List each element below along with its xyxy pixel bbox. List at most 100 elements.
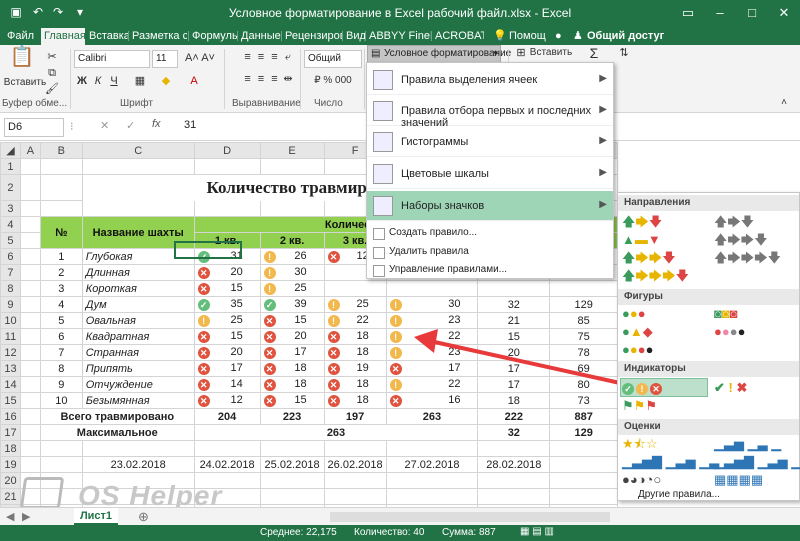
fill-color-icon[interactable]: ◆ — [156, 73, 176, 89]
signal-5b-icon[interactable]: ▁▃▅▇ ▁▃▅ ▁▃ — [714, 455, 800, 469]
stars-icon[interactable]: ★⯪☆ — [622, 437, 658, 451]
value-cell[interactable]: ✕ 20 — [193, 344, 261, 361]
row-header[interactable]: 4 — [0, 216, 21, 233]
ribbon-options-icon[interactable]: ▭ — [672, 0, 704, 26]
row-header[interactable]: 18 — [0, 440, 21, 457]
underline-button[interactable]: Ч — [108, 73, 120, 89]
row-number-cell[interactable]: 5 — [39, 312, 83, 329]
tab-data[interactable]: Данные — [238, 28, 281, 45]
total-cell[interactable]: 222 — [477, 408, 551, 425]
boxes-icon[interactable]: ▦▦▦▦ — [714, 473, 763, 487]
add-sheet-icon[interactable]: ⊕ — [138, 509, 149, 525]
view-icons[interactable]: ▦ ▤ ▥ — [520, 526, 554, 537]
value-cell[interactable]: ✕ 18 — [323, 344, 387, 361]
row-header[interactable]: 6 — [0, 248, 21, 265]
font-color-icon[interactable]: A — [184, 73, 204, 89]
tab-insert[interactable]: Вставка — [86, 28, 128, 45]
arrows-3-colored-icon[interactable]: 🡅🡆🡇 — [622, 215, 662, 229]
row-header[interactable]: 20 — [0, 472, 21, 489]
mine-name-cell[interactable]: Короткая — [81, 280, 195, 297]
value-cell[interactable] — [549, 280, 618, 297]
traffic-lights-icon[interactable]: ●●● — [622, 307, 646, 321]
value-cell[interactable]: ✓ 39 — [259, 296, 325, 313]
mine-name-cell[interactable]: Овальная — [81, 312, 195, 329]
bold-button[interactable]: Ж — [76, 73, 88, 89]
collapse-ribbon-icon[interactable]: ˄ — [774, 95, 794, 111]
italic-button[interactable]: К — [92, 73, 104, 89]
formula-input[interactable]: 31 — [184, 119, 196, 131]
total-cell[interactable]: 263 — [385, 408, 479, 425]
max-cell[interactable]: 129 — [549, 424, 618, 441]
total-cell[interactable]: 197 — [323, 408, 387, 425]
format-painter-icon[interactable]: 🖌 — [44, 81, 60, 97]
arrows-3-gray-icon[interactable]: 🡅🡆🡇 — [714, 215, 754, 229]
traffic-lights-4-icon[interactable]: ●●●● — [622, 343, 653, 357]
minimize-button[interactable]: – — [704, 0, 736, 26]
scroll-right-icon[interactable]: ▶ — [22, 510, 30, 523]
value-cell[interactable]: ✕ 15 — [259, 392, 325, 409]
row-header[interactable]: 1 — [0, 158, 21, 175]
total-cell[interactable]: 204 — [193, 408, 261, 425]
menu-item-highlight-rules[interactable]: Правила выделения ячеек ▶ — [367, 65, 613, 95]
mine-name-cell[interactable]: Квадратная — [81, 328, 195, 345]
signs-icon[interactable]: ●▲◆ — [622, 325, 653, 339]
wrap-text-icon[interactable]: ⤶ — [280, 49, 296, 65]
mine-name-cell[interactable]: Дум — [81, 296, 195, 313]
grow-font-icon[interactable]: A˄ A˅ — [182, 50, 218, 66]
quarters-icon[interactable]: ●◕◑◔○ — [622, 473, 661, 487]
font-name-select[interactable]: Calibri — [74, 50, 150, 68]
borders-icon[interactable]: ▦ — [130, 73, 150, 89]
value-cell[interactable] — [323, 280, 387, 297]
row-number-cell[interactable]: 1 — [39, 248, 83, 265]
mine-name-cell[interactable]: Глубокая — [81, 248, 195, 265]
value-cell[interactable]: ! 30 — [259, 264, 325, 281]
row-header[interactable]: 21 — [0, 488, 21, 505]
arrows-4-colored-icon[interactable]: 🡅🡆🡆🡇 — [622, 251, 676, 265]
copy-icon[interactable]: ⧉ — [44, 65, 60, 81]
row-header[interactable]: 5 — [0, 232, 21, 249]
mine-name-cell[interactable]: Длинная — [81, 264, 195, 281]
name-box-dropdown-icon[interactable]: ⁝ — [70, 120, 74, 133]
value-cell[interactable]: ✕ 18 — [323, 392, 387, 409]
value-cell[interactable]: ! 25 — [323, 296, 387, 313]
row-number-cell[interactable]: 3 — [39, 280, 83, 297]
conditional-format-button[interactable]: ▤ Условное форматирование ▾ — [367, 45, 511, 63]
date-cell[interactable]: 24.02.2018 — [193, 456, 261, 473]
date-cell[interactable]: 27.02.2018 — [385, 456, 479, 473]
row-header[interactable]: 16 — [0, 408, 21, 425]
cancel-icon[interactable]: ✕ — [100, 119, 109, 132]
total-cell[interactable]: 223 — [259, 408, 325, 425]
row-number-cell[interactable]: 9 — [39, 376, 83, 393]
enter-icon[interactable]: ✓ — [126, 119, 135, 132]
menu-item-clear-rules[interactable]: Удалить правила — [367, 244, 613, 262]
row-header[interactable]: 15 — [0, 392, 21, 409]
sort-filter-icon[interactable]: ⇅ — [614, 45, 634, 61]
autosum-icon[interactable]: Σ — [584, 45, 604, 61]
date-cell[interactable]: 23.02.2018 — [81, 456, 195, 473]
name-box[interactable]: D6 — [4, 118, 64, 137]
value-cell[interactable] — [477, 280, 551, 297]
row-number-cell[interactable]: 2 — [39, 264, 83, 281]
row-header[interactable]: 12 — [0, 344, 21, 361]
value-cell[interactable]: ✕ 17 — [259, 344, 325, 361]
menu-item-icon-sets[interactable]: Наборы значков ▶ — [367, 191, 613, 221]
menu-item-color-scales[interactable]: Цветовые шкалы ▶ — [367, 159, 613, 189]
mine-name-cell[interactable]: Безымянная — [81, 392, 195, 409]
value-cell[interactable]: ✕ 20 — [193, 264, 261, 281]
traffic-lights-rimmed-icon[interactable]: ◙◙◙ — [714, 307, 738, 321]
insert-function-icon[interactable]: fx — [152, 118, 161, 130]
value-cell[interactable]: ✕ 14 — [193, 376, 261, 393]
share-icon[interactable]: ♟ — [570, 28, 584, 45]
col-header-b[interactable]: B — [39, 142, 83, 159]
value-cell[interactable]: ✕ 17 — [193, 360, 261, 377]
value-cell[interactable]: ✕ 18 — [323, 328, 387, 345]
row-header[interactable]: 8 — [0, 280, 21, 297]
row-number-cell[interactable]: 10 — [39, 392, 83, 409]
paste-icon[interactable]: 📋 — [6, 47, 38, 73]
mine-name-cell[interactable]: Припять — [81, 360, 195, 377]
total-cell[interactable]: 887 — [549, 408, 618, 425]
insert-cells-button[interactable]: Вставить — [528, 45, 574, 61]
value-cell[interactable]: ✕ 18 — [259, 360, 325, 377]
sheet-tab-list1[interactable]: Лист1 — [74, 508, 118, 525]
date-cell[interactable]: 28.02.2018 — [477, 456, 551, 473]
